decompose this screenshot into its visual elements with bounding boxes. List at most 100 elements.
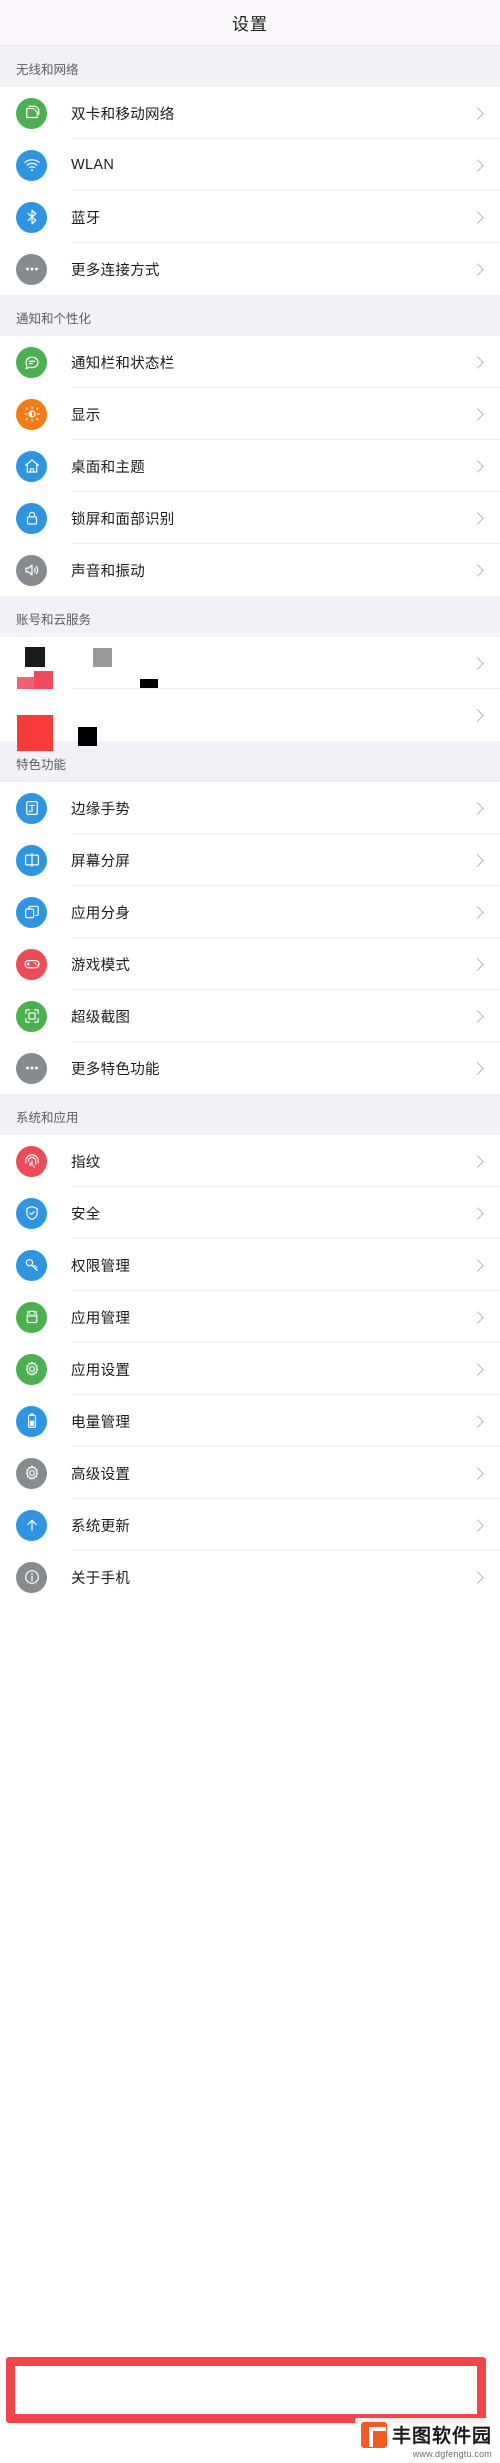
settings-row[interactable]: 更多特色功能 <box>0 1042 500 1094</box>
wifi-icon <box>16 149 47 181</box>
info-icon <box>16 1561 47 1593</box>
sim-card-icon <box>16 97 47 129</box>
android-icon <box>16 1301 47 1333</box>
settings-row-label: 更多特色功能 <box>71 1061 160 1078</box>
settings-row[interactable]: 桌面和主题 <box>0 440 500 492</box>
settings-row-label: 权限管理 <box>71 1258 131 1275</box>
chevron-right-icon <box>471 1518 484 1532</box>
settings-row-label: 应用管理 <box>71 1310 131 1327</box>
chevron-right-icon <box>471 262 484 276</box>
battery-icon <box>16 1405 47 1437</box>
chevron-right-icon <box>471 708 484 722</box>
settings-row-label: 超级截图 <box>71 1009 131 1026</box>
brightness-icon <box>16 398 47 430</box>
chevron-right-icon <box>471 511 484 525</box>
chevron-right-icon <box>471 459 484 473</box>
settings-row[interactable]: 屏幕分屏 <box>0 834 500 886</box>
settings-row-label: 更多连接方式 <box>71 262 160 279</box>
chevron-right-icon <box>471 905 484 919</box>
settings-row[interactable]: 通知栏和状态栏 <box>0 336 500 388</box>
settings-row[interactable]: 蓝牙 <box>0 191 500 243</box>
settings-row[interactable]: 边缘手势 <box>0 782 500 834</box>
annotation-highlight-box <box>6 2357 486 2423</box>
settings-row[interactable]: 应用设置 <box>0 1343 500 1395</box>
settings-row-label: 指纹 <box>71 1154 101 1171</box>
settings-row[interactable]: 指纹 <box>0 1135 500 1187</box>
chevron-right-icon <box>471 1310 484 1324</box>
redaction-block <box>93 648 112 667</box>
section-body: 通知栏和状态栏 显示桌面和主题锁屏和面部识别 声音和振动 <box>0 336 500 596</box>
speaker-icon <box>16 554 47 586</box>
bluetooth-icon <box>16 201 47 233</box>
chevron-right-icon <box>471 1061 484 1075</box>
ellipsis-icon <box>16 1052 47 1084</box>
section-header: 无线和网络 <box>0 46 500 87</box>
chevron-right-icon <box>471 1009 484 1023</box>
settings-row-label: 安全 <box>71 1206 101 1223</box>
settings-row[interactable]: 高级设置 <box>0 1447 500 1499</box>
settings-row-label: 屏幕分屏 <box>71 853 131 870</box>
settings-row[interactable]: 更多连接方式 <box>0 243 500 295</box>
chevron-right-icon <box>471 1362 484 1376</box>
title-bar: 设置 <box>0 0 500 46</box>
app-clone-icon <box>16 896 47 928</box>
section-body: 双卡和移动网络 WLAN 蓝牙更多连接方式 <box>0 87 500 295</box>
settings-row[interactable]: 声音和振动 <box>0 544 500 596</box>
watermark-name: 丰图软件园 <box>391 2426 492 2447</box>
edge-gesture-icon <box>16 792 47 824</box>
settings-row[interactable]: 显示 <box>0 388 500 440</box>
section-header: 系统和应用 <box>0 1094 500 1135</box>
settings-row-label: 桌面和主题 <box>71 459 145 476</box>
chevron-right-icon <box>471 1570 484 1584</box>
ellipsis-icon <box>16 253 47 285</box>
chevron-right-icon <box>471 355 484 369</box>
settings-row[interactable]: 超级截图 <box>0 990 500 1042</box>
settings-row[interactable] <box>0 637 500 717</box>
settings-row-label: WLAN <box>71 157 115 173</box>
settings-row-label: 游戏模式 <box>71 957 131 974</box>
redaction-block <box>78 727 97 746</box>
settings-row[interactable]: 应用管理 <box>0 1291 500 1343</box>
section-body: 边缘手势屏幕分屏应用分身游戏模式超级截图更多特色功能 <box>0 782 500 1094</box>
settings-screen: 设置 无线和网络 双卡和移动网络 WLAN 蓝牙 更多连接方式 通知和个性化 通知栏和状态栏… <box>0 0 500 2463</box>
watermark-url: www.dgfengtu.com <box>412 2449 492 2459</box>
settings-row-label: 声音和振动 <box>71 563 145 580</box>
chevron-right-icon <box>471 1206 484 1220</box>
page-title: 设置 <box>232 15 268 34</box>
section-body: 指纹安全权限管理应用管理应用设置电量管理高级设置系统更新 关于手机 <box>0 1135 500 1603</box>
settings-row[interactable]: WLAN <box>0 139 500 191</box>
upload-arrow-icon <box>16 1509 47 1541</box>
gear-icon <box>16 1457 47 1489</box>
chevron-right-icon <box>471 210 484 224</box>
settings-row-label: 高级设置 <box>71 1466 131 1483</box>
fingerprint-icon <box>16 1145 47 1177</box>
chevron-right-icon <box>471 407 484 421</box>
redaction-block <box>25 647 45 667</box>
settings-row[interactable]: 应用分身 <box>0 886 500 938</box>
settings-row-label: 应用设置 <box>71 1362 131 1379</box>
settings-row[interactable]: 系统更新 <box>0 1499 500 1551</box>
settings-row[interactable]: 锁屏和面部识别 <box>0 492 500 544</box>
settings-row[interactable]: 游戏模式 <box>0 938 500 990</box>
settings-row-label: 边缘手势 <box>71 801 131 818</box>
settings-row[interactable]: 关于手机 <box>0 1551 500 1603</box>
settings-row[interactable]: 权限管理 <box>0 1239 500 1291</box>
settings-row[interactable]: 双卡和移动网络 <box>0 87 500 139</box>
chevron-right-icon <box>471 801 484 815</box>
redacted-content <box>0 637 473 717</box>
settings-row[interactable]: 电量管理 <box>0 1395 500 1447</box>
chevron-right-icon <box>471 1466 484 1480</box>
settings-list: 无线和网络 双卡和移动网络 WLAN 蓝牙 更多连接方式 通知和个性化 通知栏和状态栏 显示桌… <box>0 46 500 1603</box>
chevron-right-icon <box>471 656 484 670</box>
redacted-content <box>0 689 473 751</box>
redaction-block <box>17 715 53 751</box>
section-body <box>0 637 500 751</box>
chevron-right-icon <box>471 563 484 577</box>
watermark: 丰图软件园 www.dgfengtu.com <box>354 2418 496 2461</box>
settings-row-label: 锁屏和面部识别 <box>71 511 175 528</box>
gamepad-icon <box>16 948 47 980</box>
lock-icon <box>16 502 47 534</box>
settings-row[interactable] <box>0 689 500 751</box>
settings-row[interactable]: 安全 <box>0 1187 500 1239</box>
shield-icon <box>16 1197 47 1229</box>
